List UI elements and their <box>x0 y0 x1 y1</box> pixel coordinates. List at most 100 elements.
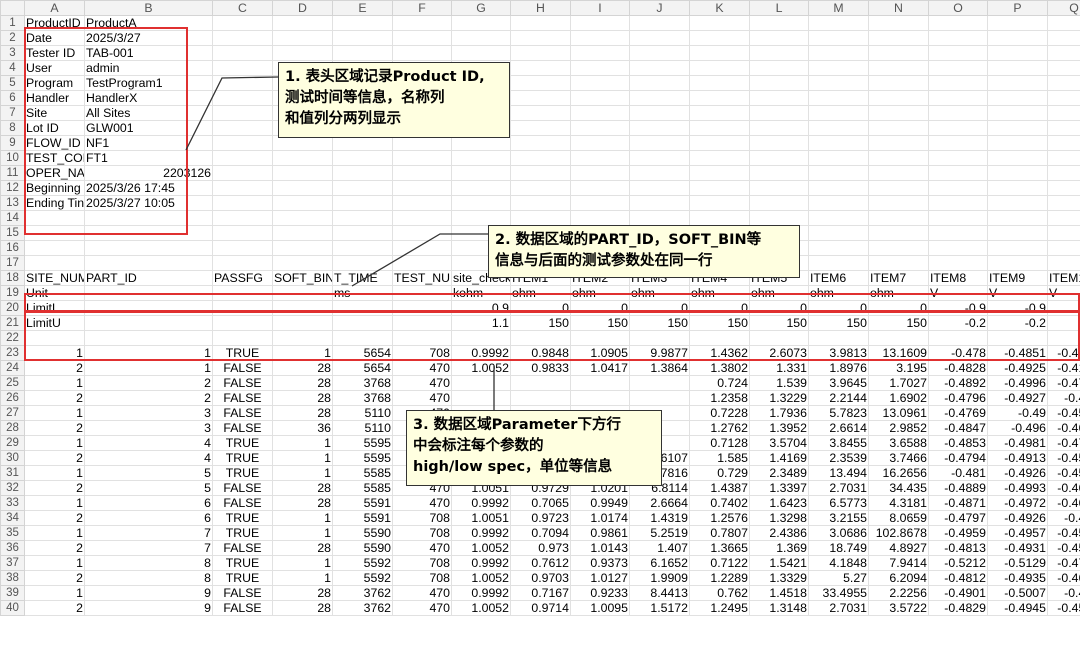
cell[interactable] <box>212 150 273 166</box>
cell[interactable]: 1 <box>272 555 333 571</box>
cell[interactable] <box>212 300 273 316</box>
cell[interactable]: 2 <box>24 570 85 586</box>
cell[interactable]: -0.9 <box>987 300 1048 316</box>
cell[interactable] <box>570 390 630 406</box>
cell[interactable] <box>629 135 690 151</box>
cell[interactable]: 5654 <box>332 360 393 376</box>
cell[interactable] <box>1047 135 1080 151</box>
cell[interactable]: 470 <box>392 585 452 601</box>
cell[interactable]: 3.8455 <box>808 435 869 451</box>
cell[interactable]: NF1 <box>84 135 213 151</box>
cell[interactable]: 2 <box>24 450 85 466</box>
cell[interactable]: 0.9861 <box>570 525 630 541</box>
row-header[interactable]: 31 <box>0 465 25 481</box>
cell[interactable]: 0.7094 <box>510 525 571 541</box>
cell[interactable]: 3 <box>84 420 213 436</box>
row-header[interactable]: 39 <box>0 585 25 601</box>
cell[interactable]: 6.1652 <box>629 555 690 571</box>
cell[interactable] <box>510 45 571 61</box>
cell[interactable]: 3.5704 <box>749 435 809 451</box>
cell[interactable]: -0.4797 <box>928 510 988 526</box>
cell[interactable] <box>272 30 333 46</box>
row-header[interactable]: 36 <box>0 540 25 556</box>
cell[interactable] <box>272 330 333 346</box>
row-header[interactable]: 10 <box>0 150 25 166</box>
cell[interactable] <box>272 45 333 61</box>
cell[interactable] <box>1047 210 1080 226</box>
cell[interactable]: ms <box>332 285 393 301</box>
cell[interactable] <box>868 15 929 31</box>
cell[interactable]: TRUE <box>212 570 273 586</box>
cell[interactable] <box>392 240 452 256</box>
row-header[interactable]: 25 <box>0 375 25 391</box>
cell[interactable]: 0.9992 <box>451 555 511 571</box>
row-header[interactable]: 17 <box>0 255 25 271</box>
cell[interactable] <box>629 15 690 31</box>
cell[interactable] <box>510 330 571 346</box>
cell[interactable] <box>689 60 750 76</box>
cell[interactable] <box>272 180 333 196</box>
row-header[interactable]: 22 <box>0 330 25 346</box>
cell[interactable] <box>808 210 869 226</box>
cell[interactable]: 6.5773 <box>808 495 869 511</box>
cell[interactable]: 0.9714 <box>510 600 571 616</box>
row-header[interactable]: 24 <box>0 360 25 376</box>
row-header[interactable]: 21 <box>0 315 25 331</box>
cell[interactable]: ITEM10 <box>1047 270 1080 286</box>
cell[interactable]: -0.4871 <box>928 495 988 511</box>
cell[interactable]: 1.3952 <box>749 420 809 436</box>
cell[interactable]: 0.7228 <box>689 405 750 421</box>
cell[interactable] <box>392 255 452 271</box>
cell[interactable]: 28 <box>272 585 333 601</box>
cell[interactable]: 708 <box>392 510 452 526</box>
cell[interactable] <box>928 195 988 211</box>
cell[interactable] <box>451 45 511 61</box>
cell[interactable]: ohm <box>808 285 869 301</box>
cell[interactable] <box>689 45 750 61</box>
cell[interactable] <box>212 330 273 346</box>
cell[interactable] <box>689 210 750 226</box>
cell[interactable] <box>272 255 333 271</box>
cell[interactable]: -0.4996 <box>987 375 1048 391</box>
cell[interactable] <box>808 60 869 76</box>
cell[interactable] <box>987 45 1048 61</box>
cell[interactable] <box>808 75 869 91</box>
cell[interactable]: 2025/3/26 17:45 <box>84 180 213 196</box>
cell[interactable]: 18.749 <box>808 540 869 556</box>
cell[interactable]: 8.0659 <box>868 510 929 526</box>
cell[interactable]: PASSFG <box>212 270 273 286</box>
cell[interactable]: FALSE <box>212 360 273 376</box>
cell[interactable]: T_TIME <box>332 270 393 286</box>
cell[interactable]: GLW001 <box>84 120 213 136</box>
cell[interactable]: 1.4362 <box>689 345 750 361</box>
cell[interactable] <box>451 150 511 166</box>
cell[interactable] <box>392 330 452 346</box>
cell[interactable] <box>392 285 452 301</box>
cell[interactable]: 2.4386 <box>749 525 809 541</box>
cell[interactable] <box>987 135 1048 151</box>
cell[interactable] <box>510 30 571 46</box>
cell[interactable]: 0.7128 <box>689 435 750 451</box>
cell[interactable]: 0.7612 <box>510 555 571 571</box>
cell[interactable]: 1 <box>24 405 85 421</box>
cell[interactable] <box>570 210 630 226</box>
cell[interactable]: 6 <box>84 510 213 526</box>
cell[interactable] <box>84 240 213 256</box>
cell[interactable]: 6.2094 <box>868 570 929 586</box>
cell[interactable] <box>510 15 571 31</box>
cell[interactable]: FALSE <box>212 585 273 601</box>
cell[interactable]: ProductID <box>24 15 85 31</box>
cell[interactable] <box>808 135 869 151</box>
cell[interactable]: 0.9848 <box>510 345 571 361</box>
cell[interactable]: -0.5007 <box>987 585 1048 601</box>
cell[interactable]: 0.762 <box>689 585 750 601</box>
cell[interactable]: 1.4169 <box>749 450 809 466</box>
cell[interactable] <box>570 30 630 46</box>
cell[interactable]: 2025/3/27 <box>84 30 213 46</box>
cell[interactable]: 470 <box>392 495 452 511</box>
cell[interactable]: 150 <box>629 315 690 331</box>
cell[interactable] <box>629 45 690 61</box>
cell[interactable]: -0.4993 <box>987 480 1048 496</box>
cell[interactable]: 8.4413 <box>629 585 690 601</box>
cell[interactable]: 2.6614 <box>808 420 869 436</box>
